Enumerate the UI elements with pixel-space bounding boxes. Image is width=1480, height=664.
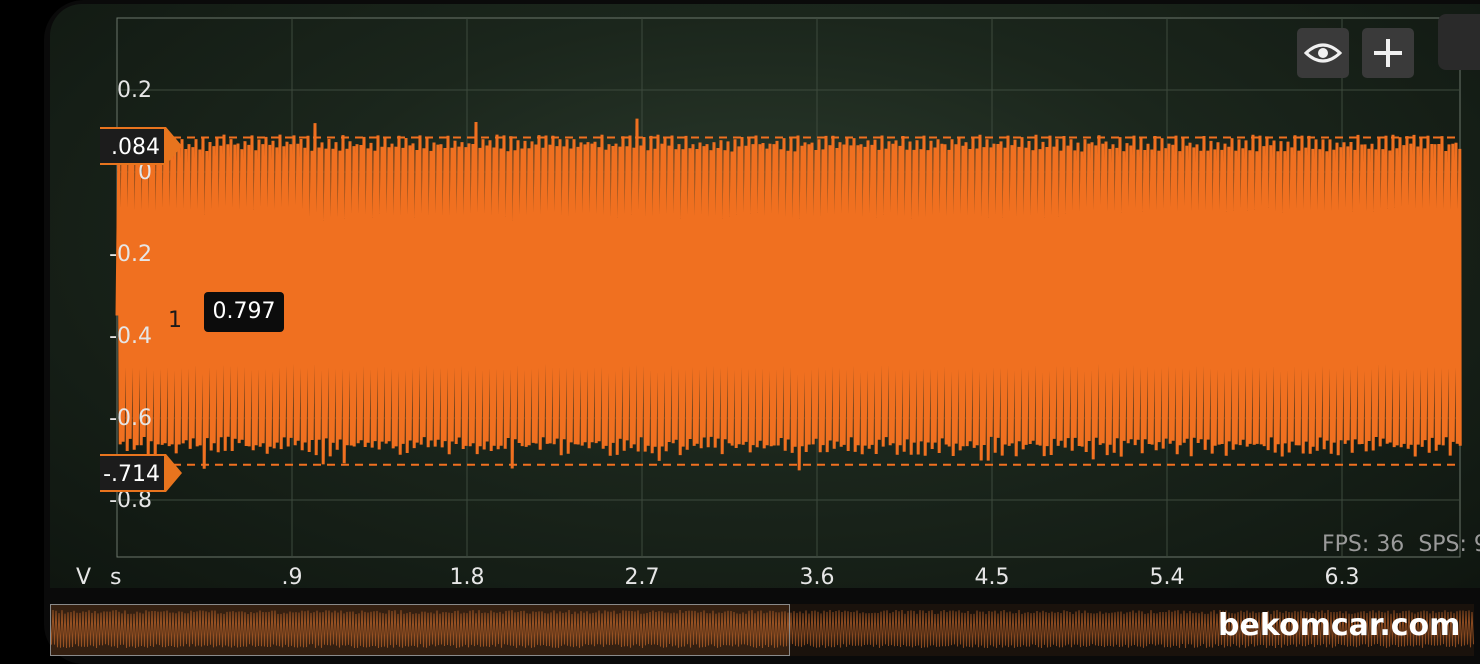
- fps-label: FPS:: [1322, 532, 1370, 557]
- x-tick-label: 6.3: [1324, 565, 1360, 588]
- x-tick-label: .9: [281, 565, 303, 588]
- x-tick-label: 2.7: [624, 565, 660, 588]
- sps-label: SPS:: [1418, 532, 1467, 557]
- sps-value: 95: [1474, 532, 1480, 557]
- add-channel-button[interactable]: [1362, 28, 1414, 78]
- eye-icon: [1304, 43, 1342, 63]
- y-axis-unit: V: [76, 565, 92, 588]
- x-tick-label: 1.8: [449, 565, 485, 588]
- y-tick-label: -0.4: [109, 324, 152, 349]
- x-axis-unit: s: [110, 565, 122, 588]
- x-tick-label: 5.4: [1149, 565, 1185, 588]
- x-tick-label: 4.5: [974, 565, 1010, 588]
- plus-icon: [1374, 39, 1402, 67]
- overview-visible-window[interactable]: [50, 604, 790, 656]
- y-tick-label: 0.2: [117, 78, 152, 103]
- y-tick-label: -0.2: [109, 242, 152, 267]
- fps-sps-readout: FPS: 36 SPS: 95: [1322, 532, 1480, 557]
- watermark-text: bekomcar.com: [1218, 608, 1461, 643]
- y-tick-label: -0.6: [109, 406, 152, 431]
- fps-value: 36: [1376, 532, 1405, 557]
- x-tick-label: 3.6: [799, 565, 835, 588]
- channel-marker[interactable]: 1: [156, 301, 208, 341]
- oscilloscope-panel[interactable]: 0.2 0 -0.2 -0.4 -0.6 -0.8 .9 1.8 2.7 3.6 4.5 5.4 6.…: [50, 4, 1480, 588]
- lower-cursor-label[interactable]: -.714: [100, 454, 182, 492]
- view-toggle-button[interactable]: [1297, 28, 1349, 78]
- upper-cursor-label[interactable]: .084: [100, 127, 182, 165]
- delta-value-label: 0.797: [204, 292, 284, 332]
- waveform-trace: [115, 118, 1462, 471]
- side-panel-handle[interactable]: [1438, 14, 1480, 70]
